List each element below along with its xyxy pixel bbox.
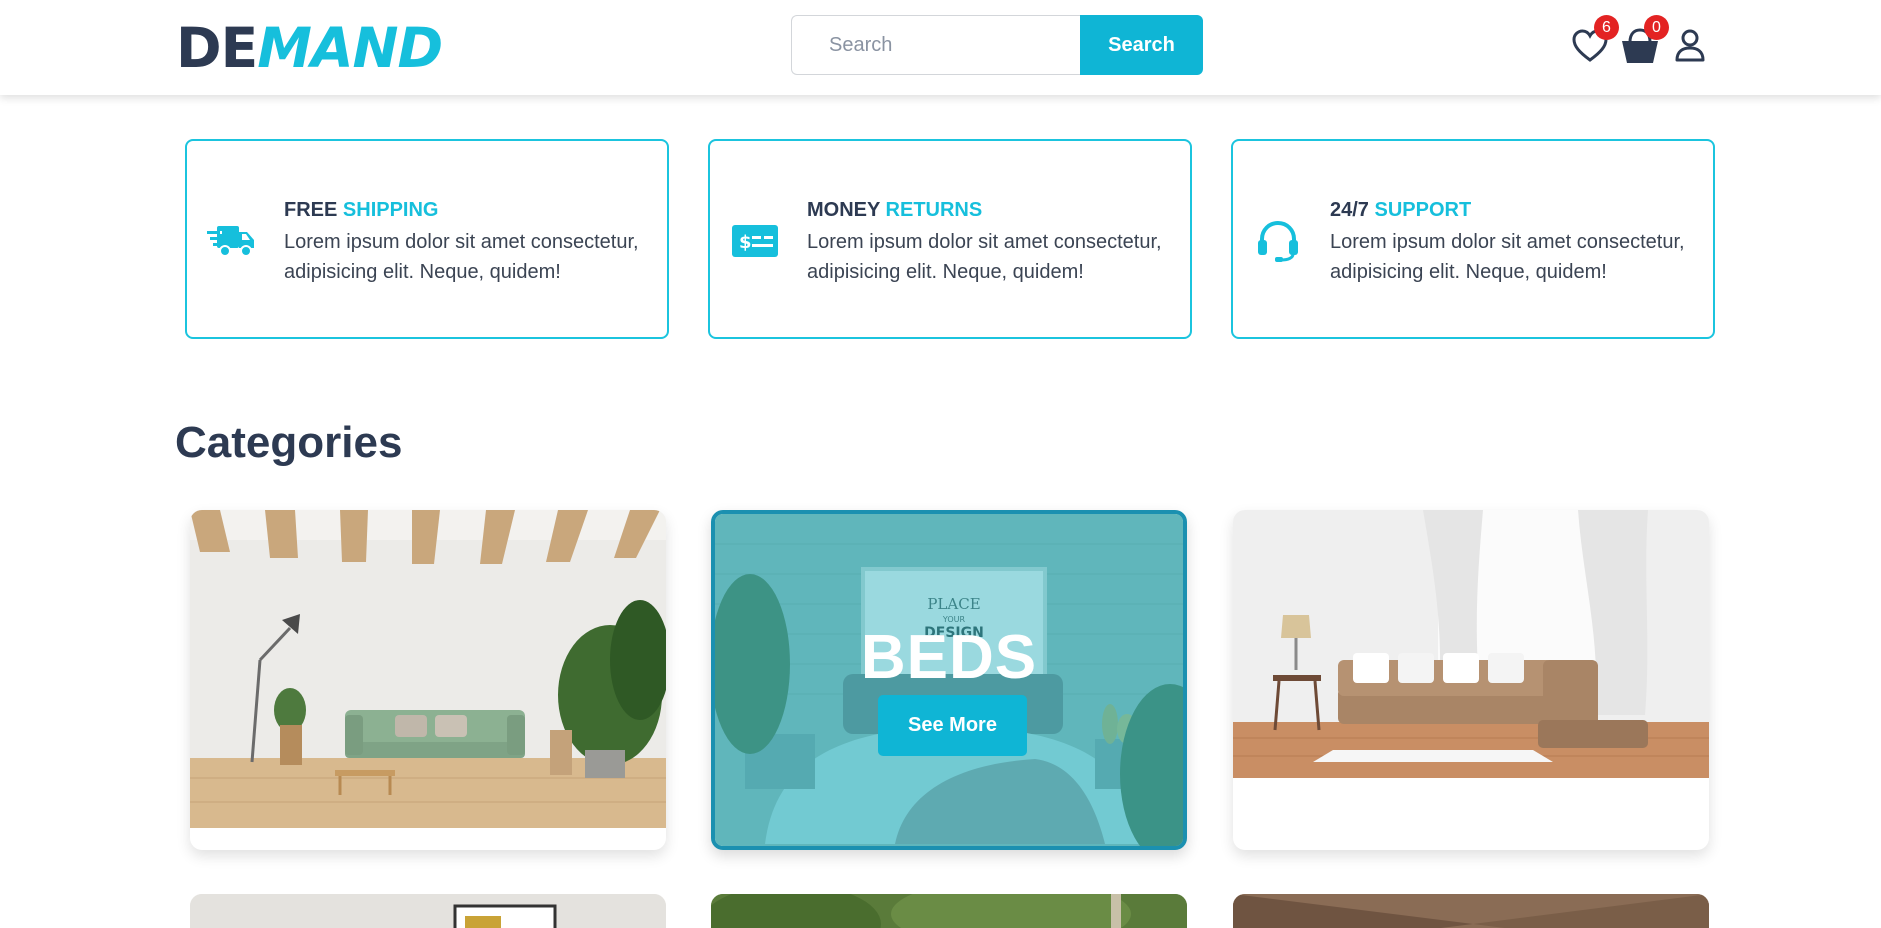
feature-title-highlight: SHIPPING xyxy=(342,199,439,221)
site-header: DEMAND Search 6 0 xyxy=(0,0,1881,95)
logo-part-1: DE xyxy=(176,16,258,80)
categories-heading: Categories xyxy=(175,418,403,467)
feature-title-plain: MONEY xyxy=(807,199,880,221)
user-icon xyxy=(1675,29,1705,62)
feature-free-shipping: FREE SHIPPING Lorem ipsum dolor sit amet… xyxy=(185,139,669,339)
feature-description: Lorem ipsum dolor sit amet consectetur, … xyxy=(1330,231,1685,283)
category-card-living-room[interactable] xyxy=(190,510,666,850)
feature-title-plain: 24/7 xyxy=(1330,199,1369,221)
search-bar: Search xyxy=(791,15,1203,75)
category-image xyxy=(190,894,666,928)
search-input[interactable] xyxy=(791,15,1081,75)
wishlist-button[interactable]: 6 xyxy=(1571,15,1619,65)
headset-icon xyxy=(1253,220,1303,262)
category-image xyxy=(1233,510,1709,778)
feature-description: Lorem ipsum dolor sit amet consectetur, … xyxy=(284,231,639,283)
feature-title-plain: FREE xyxy=(284,199,338,221)
svg-text:$: $ xyxy=(739,232,752,253)
category-image xyxy=(190,510,666,828)
feature-title: MONEY RETURNS xyxy=(807,199,982,222)
feature-money-returns: $ MONEY RETURNS Lorem ipsum dolor sit am… xyxy=(708,139,1192,339)
cart-count-badge: 0 xyxy=(1644,15,1669,40)
category-name: BEDS xyxy=(860,623,1038,692)
feature-support: 24/7 SUPPORT Lorem ipsum dolor sit amet … xyxy=(1231,139,1715,339)
category-card-row2-2[interactable] xyxy=(711,894,1187,928)
category-card-row2-3[interactable] xyxy=(1233,894,1709,928)
feature-title-highlight: RETURNS xyxy=(885,199,983,221)
category-image xyxy=(1233,894,1709,928)
brand-logo[interactable]: DEMAND xyxy=(176,13,443,83)
category-image xyxy=(711,894,1187,928)
cart-button[interactable]: 0 xyxy=(1621,15,1669,65)
feature-title: 24/7 SUPPORT xyxy=(1330,199,1471,222)
account-button[interactable] xyxy=(1671,27,1709,65)
category-card-sofas[interactable] xyxy=(1233,510,1709,850)
category-card-beds[interactable]: PLACE YOUR DESIGN BEDS See More xyxy=(711,510,1187,850)
wishlist-count-badge: 6 xyxy=(1594,15,1619,40)
feature-description: Lorem ipsum dolor sit amet consectetur, … xyxy=(807,231,1162,283)
category-card-row2-1[interactable] xyxy=(190,894,666,928)
feature-title: FREE SHIPPING xyxy=(284,199,438,222)
money-icon: $ xyxy=(730,220,780,262)
feature-title-highlight: SUPPORT xyxy=(1374,199,1472,221)
see-more-button[interactable]: See More xyxy=(878,695,1027,756)
truck-icon xyxy=(207,220,257,262)
logo-part-2: MAND xyxy=(257,16,443,80)
search-button[interactable]: Search xyxy=(1080,15,1203,75)
